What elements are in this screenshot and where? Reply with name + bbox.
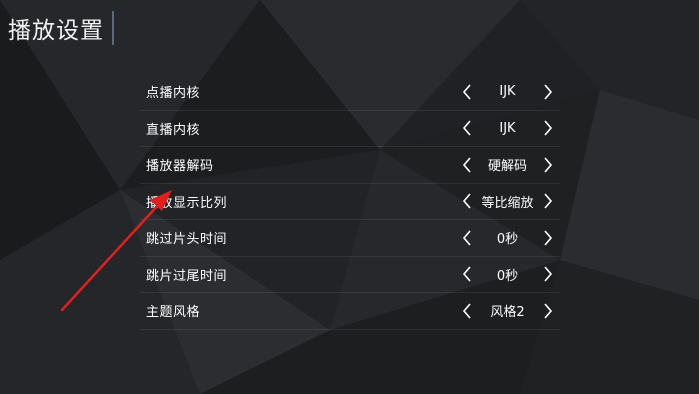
setting-label: 播放显示比列	[146, 195, 228, 211]
title-divider	[112, 11, 114, 45]
settings-list: 点播内核 IJK 直播内核 IJK 播放器解码 硬解码 播放显示比列 等比缩放	[140, 74, 560, 330]
value-selector: IJK	[460, 111, 555, 146]
chevron-right-icon[interactable]	[541, 155, 555, 175]
chevron-right-icon[interactable]	[541, 264, 555, 284]
setting-label: 播放器解码	[146, 159, 214, 175]
chevron-left-icon[interactable]	[460, 301, 474, 321]
chevron-left-icon[interactable]	[460, 264, 474, 284]
page-title: 播放设置	[8, 18, 104, 44]
setting-value: 等比缩放	[481, 195, 534, 211]
setting-row-skip-outro[interactable]: 跳片过尾时间 0秒	[140, 257, 560, 293]
setting-label: 跳片过尾时间	[146, 268, 228, 284]
setting-row-vod-core[interactable]: 点播内核 IJK	[140, 74, 560, 111]
chevron-left-icon[interactable]	[460, 118, 474, 138]
setting-value: 0秒	[496, 268, 519, 284]
chevron-right-icon[interactable]	[541, 82, 555, 102]
setting-label: 主题风格	[146, 305, 201, 321]
setting-value: IJK	[499, 84, 516, 100]
title-bar: 播放设置	[8, 8, 114, 48]
chevron-right-icon[interactable]	[541, 301, 555, 321]
setting-row-live-core[interactable]: 直播内核 IJK	[140, 111, 560, 147]
chevron-left-icon[interactable]	[460, 82, 474, 102]
value-selector: 0秒	[460, 257, 555, 292]
setting-value: 硬解码	[487, 159, 527, 175]
setting-row-aspect-ratio[interactable]: 播放显示比列 等比缩放	[140, 184, 560, 220]
chevron-right-icon[interactable]	[541, 228, 555, 248]
chevron-left-icon[interactable]	[460, 191, 474, 211]
setting-label: 跳过片头时间	[146, 232, 228, 248]
setting-value: IJK	[499, 120, 516, 136]
setting-label: 直播内核	[146, 122, 201, 138]
value-selector: IJK	[460, 74, 555, 109]
setting-row-skip-intro[interactable]: 跳过片头时间 0秒	[140, 220, 560, 257]
setting-value: 0秒	[496, 232, 519, 248]
setting-row-decoder[interactable]: 播放器解码 硬解码	[140, 147, 560, 184]
setting-value: 风格2	[490, 305, 525, 321]
chevron-right-icon[interactable]	[541, 191, 555, 211]
chevron-right-icon[interactable]	[541, 118, 555, 138]
value-selector: 0秒	[460, 220, 555, 255]
setting-label: 点播内核	[146, 86, 201, 102]
value-selector: 等比缩放	[460, 184, 555, 219]
value-selector: 风格2	[460, 293, 555, 328]
value-selector: 硬解码	[460, 147, 555, 182]
chevron-left-icon[interactable]	[460, 155, 474, 175]
chevron-left-icon[interactable]	[460, 228, 474, 248]
setting-row-theme[interactable]: 主题风格 风格2	[140, 293, 560, 330]
